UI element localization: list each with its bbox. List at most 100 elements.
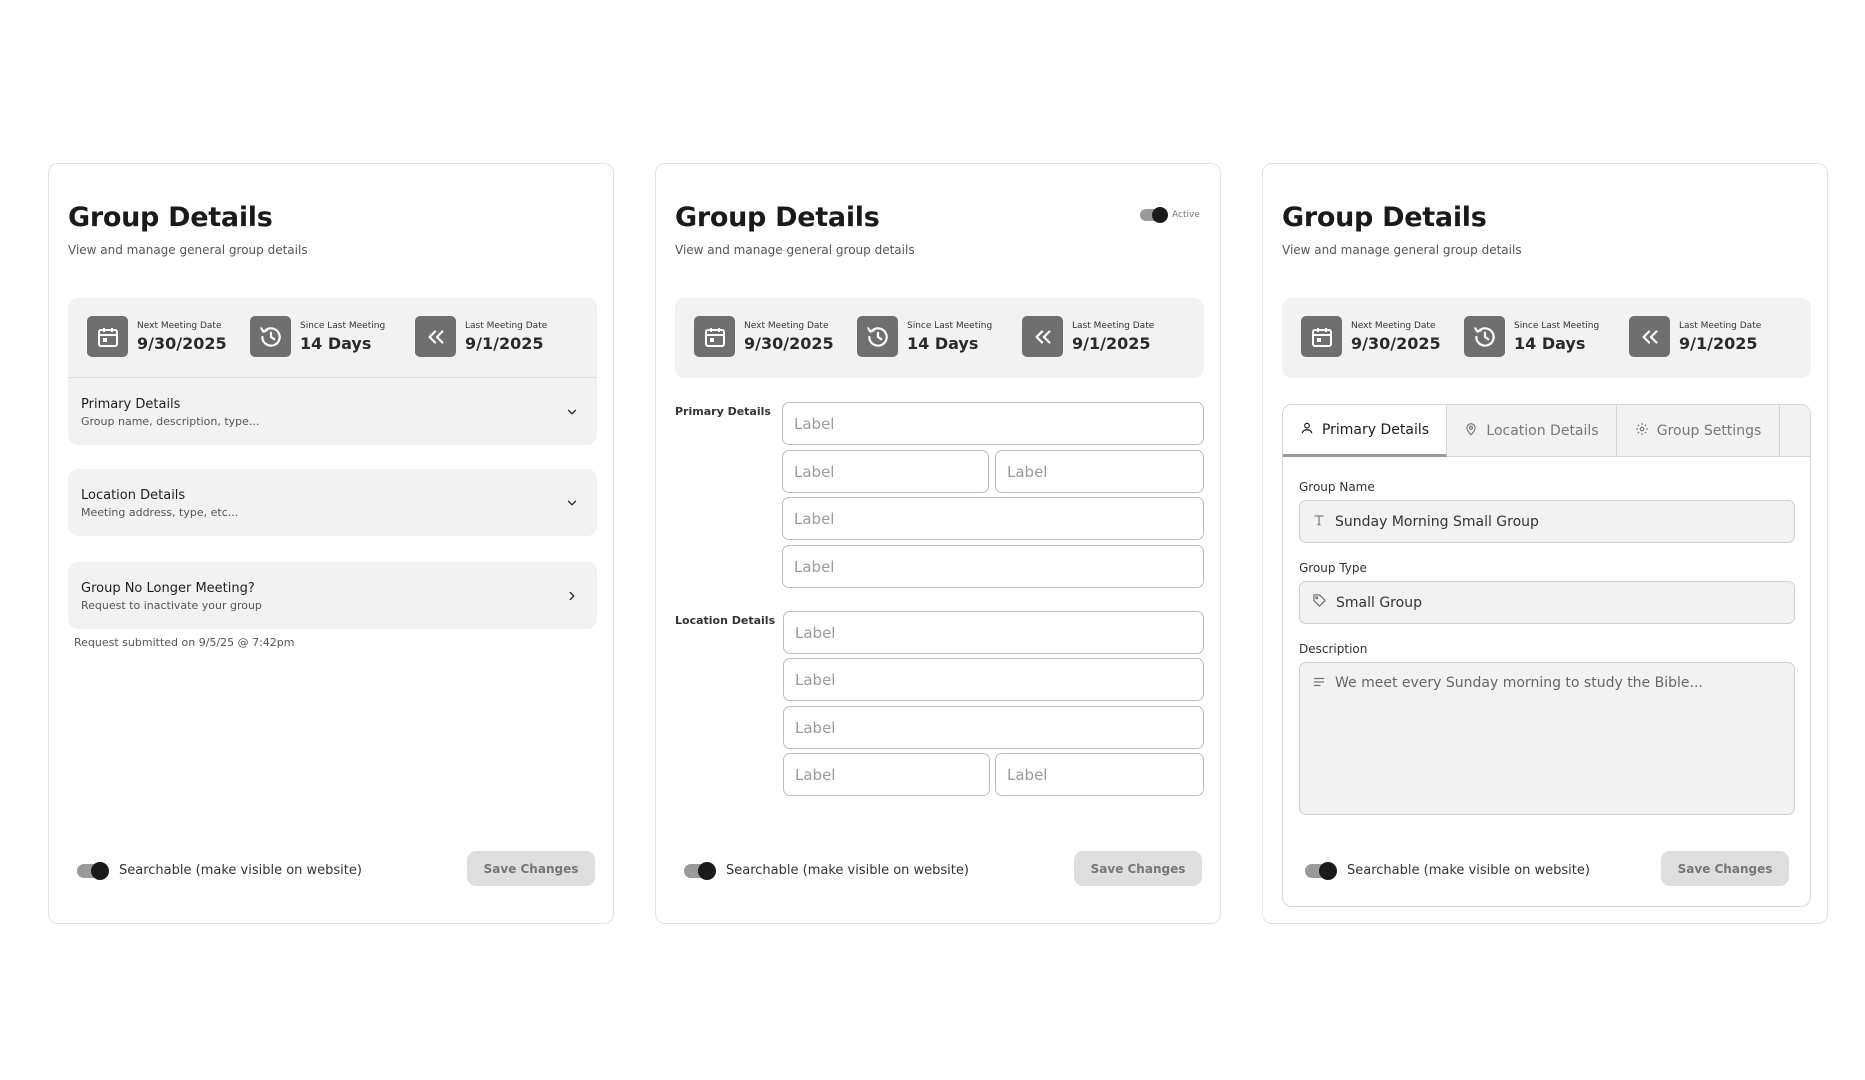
stat-label: Next Meeting Date [744, 320, 829, 331]
stat-value: 9/30/2025 [137, 333, 227, 353]
location-details-label: Location Details [675, 614, 776, 627]
searchable-toggle[interactable] [1305, 861, 1337, 880]
label-input[interactable]: Label [782, 402, 1204, 445]
label-input[interactable]: Label [782, 545, 1204, 588]
label-input[interactable]: Label [782, 450, 989, 493]
stat-since-last: Since Last Meeting 14 Days [250, 316, 385, 357]
group-details-card-form: Group Details View and manage general gr… [655, 163, 1221, 924]
searchable-toggle[interactable] [77, 861, 109, 880]
tabbed-panel: Primary Details Location Details Group S… [1282, 404, 1811, 907]
label-input[interactable]: Label [995, 450, 1204, 493]
double-chevron-left-icon [415, 316, 456, 357]
label-input[interactable]: Label [783, 706, 1204, 749]
stat-since-last: Since Last Meeting 14 Days [1464, 316, 1599, 357]
description-value: We meet every Sunday morning to study th… [1335, 675, 1703, 691]
accordion-title: Group No Longer Meeting? [81, 581, 255, 596]
accordion-description: Request to inactivate your group [81, 599, 262, 612]
tab-primary-details[interactable]: Primary Details [1283, 405, 1447, 457]
searchable-row: Searchable (make visible on website) [684, 861, 969, 880]
card-title: Group Details [68, 202, 273, 233]
calendar-icon [1301, 316, 1342, 357]
searchable-label: Searchable (make visible on website) [1347, 863, 1590, 878]
label-input[interactable]: Label [783, 658, 1204, 701]
active-label: Active [1172, 210, 1200, 220]
stat-label: Since Last Meeting [907, 320, 993, 331]
label-input[interactable]: Label [995, 753, 1204, 796]
stat-label: Next Meeting Date [1351, 320, 1436, 331]
request-note: Request submitted on 9/5/25 @ 7:42pm [74, 636, 295, 649]
group-name-label: Group Name [1299, 480, 1375, 494]
stat-last-meeting: Last Meeting Date 9/1/2025 [1022, 316, 1154, 357]
primary-details-label: Primary Details [675, 405, 771, 418]
group-name-field[interactable]: Sunday Morning Small Group [1299, 500, 1795, 543]
active-toggle-group: Active [1140, 207, 1200, 223]
calendar-icon [694, 316, 735, 357]
accordion-primary-details[interactable]: Primary Details Group name, description,… [68, 378, 597, 445]
group-details-card-tabs: Group Details View and manage general gr… [1262, 163, 1828, 924]
accordion-group-no-longer-meeting[interactable]: Group No Longer Meeting? Request to inac… [68, 562, 597, 629]
description-field[interactable]: We meet every Sunday morning to study th… [1299, 662, 1795, 815]
tab-label: Group Settings [1656, 423, 1762, 439]
save-button[interactable]: Save Changes [1661, 851, 1789, 886]
stat-label: Since Last Meeting [300, 320, 386, 331]
calendar-icon [87, 316, 128, 357]
accordion-description: Group name, description, type... [81, 415, 260, 428]
tag-icon [1312, 593, 1327, 612]
group-name-value: Sunday Morning Small Group [1335, 513, 1539, 530]
stat-value: 9/1/2025 [465, 333, 544, 353]
active-toggle[interactable] [1140, 207, 1168, 223]
stat-label: Since Last Meeting [1514, 320, 1600, 331]
searchable-toggle[interactable] [684, 861, 716, 880]
stat-value: 9/1/2025 [1072, 333, 1151, 353]
stat-value: 9/1/2025 [1679, 333, 1758, 353]
stat-value: 9/30/2025 [744, 333, 834, 353]
stat-value: 14 Days [300, 333, 372, 353]
meeting-stats-panel: Next Meeting Date 9/30/2025 Since Last M… [68, 298, 597, 378]
searchable-row: Searchable (make visible on website) [1305, 861, 1590, 880]
save-button[interactable]: Save Changes [467, 851, 595, 886]
history-icon [1464, 316, 1505, 357]
map-pin-icon [1464, 422, 1478, 440]
card-subtitle: View and manage general group details [675, 243, 915, 257]
tab-label: Primary Details [1321, 421, 1430, 438]
tab-bar: Primary Details Location Details Group S… [1283, 405, 1810, 457]
stat-label: Last Meeting Date [465, 320, 548, 331]
group-type-field[interactable]: Small Group [1299, 581, 1795, 624]
stat-label: Last Meeting Date [1679, 320, 1762, 331]
stat-next-meeting: Next Meeting Date 9/30/2025 [694, 316, 834, 357]
card-title: Group Details [675, 202, 880, 233]
label-input[interactable]: Label [783, 611, 1204, 654]
user-icon [1300, 421, 1314, 439]
meeting-stats-panel: Next Meeting Date 9/30/2025 Since Last M… [1282, 298, 1811, 378]
stat-value: 14 Days [907, 333, 979, 353]
card-subtitle: View and manage general group details [68, 243, 308, 257]
tab-group-settings[interactable]: Group Settings [1617, 405, 1780, 457]
text-lines-icon [1312, 675, 1326, 693]
accordion-location-details[interactable]: Location Details Meeting address, type, … [68, 469, 597, 536]
gear-icon [1635, 422, 1649, 440]
stat-value: 9/30/2025 [1351, 333, 1441, 353]
stat-label: Next Meeting Date [137, 320, 222, 331]
description-label: Description [1299, 642, 1368, 656]
group-details-card-accordion: Group Details View and manage general gr… [48, 163, 614, 924]
chevron-down-icon [565, 404, 579, 423]
label-input[interactable]: Label [783, 753, 990, 796]
searchable-row: Searchable (make visible on website) [77, 861, 362, 880]
double-chevron-left-icon [1629, 316, 1670, 357]
accordion-title: Primary Details [81, 397, 181, 412]
group-type-value: Small Group [1336, 594, 1422, 611]
stat-next-meeting: Next Meeting Date 9/30/2025 [1301, 316, 1441, 357]
meeting-stats-panel: Next Meeting Date 9/30/2025 Since Last M… [675, 298, 1204, 378]
tab-location-details[interactable]: Location Details [1447, 405, 1617, 457]
chevron-right-icon [565, 588, 579, 607]
searchable-label: Searchable (make visible on website) [119, 863, 362, 878]
label-input[interactable]: Label [782, 497, 1204, 540]
accordion-title: Location Details [81, 488, 186, 503]
history-icon [250, 316, 291, 357]
stat-last-meeting: Last Meeting Date 9/1/2025 [415, 316, 547, 357]
stat-label: Last Meeting Date [1072, 320, 1155, 331]
stat-value: 14 Days [1514, 333, 1586, 353]
card-subtitle: View and manage general group details [1282, 243, 1522, 257]
history-icon [857, 316, 898, 357]
save-button[interactable]: Save Changes [1074, 851, 1202, 886]
